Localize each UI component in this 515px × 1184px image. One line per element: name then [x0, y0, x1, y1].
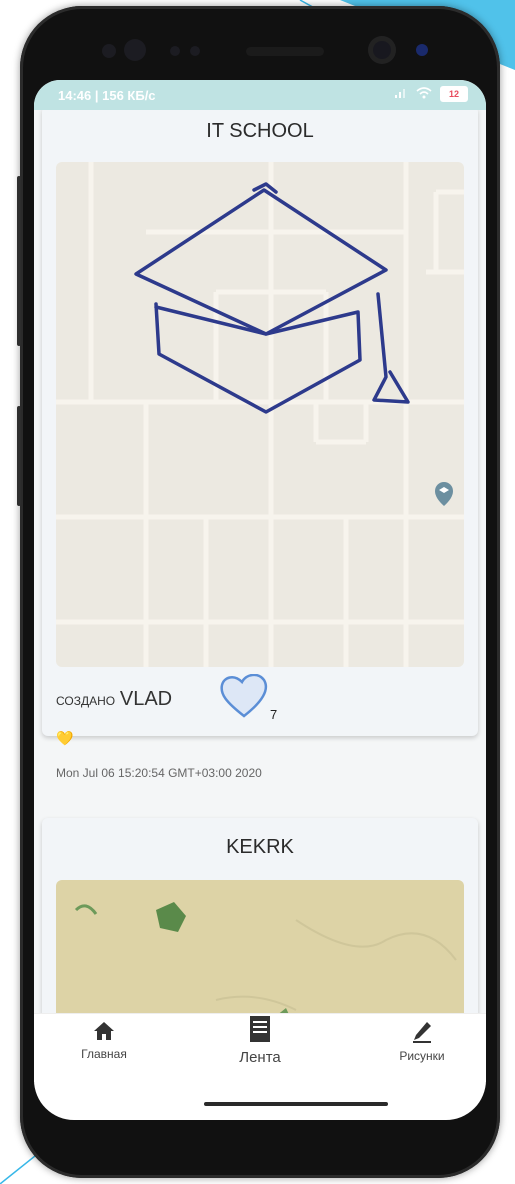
post-card[interactable]: IT SCHOOL создано VLAD 7 — [42, 110, 478, 736]
home-icon — [94, 1022, 114, 1040]
status-bar: 14:46 | 156 КБ/с 12 — [34, 80, 486, 110]
proximity-sensor — [416, 44, 428, 56]
feed-list[interactable]: IT SCHOOL создано VLAD 7 💛 Mon Jul 06 15… — [34, 110, 486, 1082]
phone-side-button-lower — [17, 406, 21, 506]
post-drawing-map[interactable] — [56, 162, 464, 667]
wifi-icon — [416, 86, 432, 102]
status-system-icons: 12 — [394, 86, 468, 102]
earpiece-speaker — [246, 47, 324, 56]
bottom-navigation: Главная Лента Рисунки — [34, 1013, 486, 1082]
map-roads — [56, 162, 464, 667]
map-pin-icon — [435, 482, 453, 506]
post-timestamp: Mon Jul 06 15:20:54 GMT+03:00 2020 — [56, 766, 262, 780]
feed-icon — [250, 1016, 270, 1042]
phone-frame: 14:46 | 156 КБ/с 12 IT SCHOOL создано VL… — [17, 6, 500, 1178]
post-emoji: 💛 — [56, 730, 74, 746]
status-time: 14:46 | 156 КБ/с — [58, 88, 156, 103]
phone-side-button-upper — [17, 176, 21, 346]
gesture-bar[interactable] — [204, 1102, 388, 1106]
sensor — [102, 44, 116, 58]
screen: 14:46 | 156 КБ/с 12 IT SCHOOL создано VL… — [34, 80, 486, 1120]
map-with-drawing — [56, 162, 464, 667]
author-name[interactable]: VLAD — [120, 688, 172, 710]
nav-feed-label: Лента — [239, 1049, 281, 1066]
sensor — [170, 46, 180, 56]
author-prefix: создано — [56, 690, 116, 709]
heart-outline-icon — [220, 673, 268, 718]
like-button[interactable] — [218, 673, 270, 720]
sensor — [190, 46, 200, 56]
signal-icon — [394, 87, 408, 102]
front-camera — [368, 36, 396, 64]
pencil-icon — [413, 1022, 431, 1043]
post-title: KEKRK — [226, 836, 294, 858]
nav-drawings[interactable]: Рисунки — [382, 1020, 462, 1063]
sensor — [124, 39, 146, 61]
nav-feed[interactable]: Лента — [220, 1014, 300, 1066]
nav-home-label: Главная — [81, 1047, 127, 1061]
post-title: IT SCHOOL — [206, 120, 314, 142]
like-count: 7 — [270, 707, 278, 722]
nav-drawings-label: Рисунки — [399, 1049, 445, 1063]
battery-icon: 12 — [440, 86, 468, 102]
nav-home[interactable]: Главная — [64, 1020, 144, 1061]
phone-top-bezel — [20, 6, 500, 86]
post-author-line: создано VLAD — [56, 688, 172, 711]
